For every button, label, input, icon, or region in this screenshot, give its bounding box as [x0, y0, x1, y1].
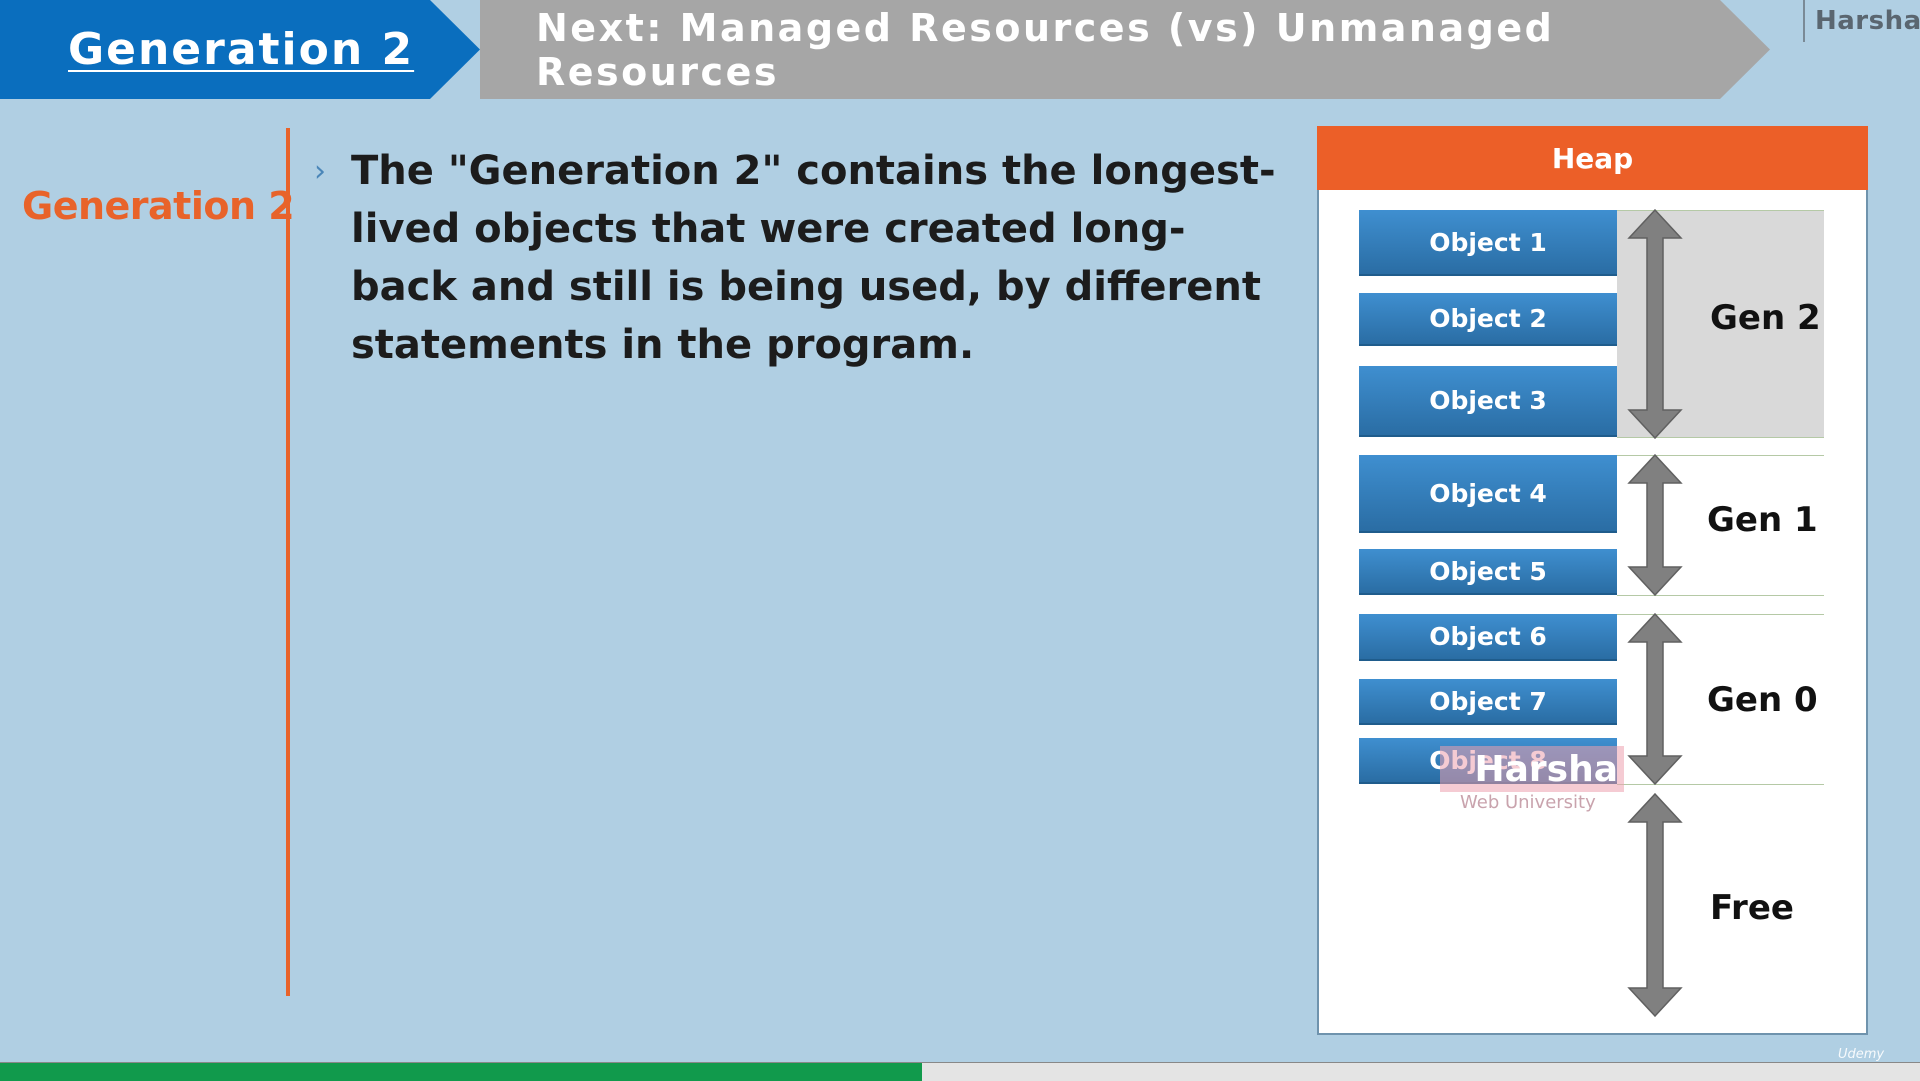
next-topic-banner: Next: Managed Resources (vs) Unmanaged R…	[480, 0, 1770, 99]
heap-object-6: Object 6	[1359, 614, 1617, 661]
bullet-chevron-icon: ›	[314, 154, 326, 189]
heap-title: Heap	[1317, 126, 1868, 190]
gen2-double-arrow-icon	[1627, 208, 1683, 440]
heap-object-7: Object 7	[1359, 679, 1617, 725]
heap-object-4: Object 4	[1359, 455, 1617, 533]
slide-title-banner: Generation 2	[0, 0, 480, 99]
watermark-subtitle: Web University	[1460, 792, 1596, 813]
slide-title: Generation 2	[68, 24, 415, 75]
heap-object-2: Object 2	[1359, 293, 1617, 346]
brand-divider	[1803, 0, 1805, 42]
watermark-logo: Harsha	[1440, 746, 1624, 792]
gen1-double-arrow-icon	[1627, 453, 1683, 597]
section-label: Generation 2	[22, 184, 295, 228]
free-double-arrow-icon	[1627, 792, 1683, 1018]
next-topic-text: Next: Managed Resources (vs) Unmanaged R…	[536, 5, 1555, 94]
free-label: Free	[1710, 888, 1794, 928]
heap-object-5: Object 5	[1359, 549, 1617, 595]
section-divider	[286, 128, 290, 996]
gen0-double-arrow-icon	[1627, 612, 1683, 786]
gen2-label: Gen 2	[1710, 298, 1821, 338]
udemy-logo: Udemy	[1838, 1047, 1885, 1062]
heap-object-3: Object 3	[1359, 366, 1617, 437]
video-progress-bar[interactable]	[0, 1062, 1920, 1081]
video-progress-fill	[0, 1063, 922, 1081]
gen1-label: Gen 1	[1707, 500, 1818, 540]
gen0-label: Gen 0	[1707, 680, 1818, 720]
heap-object-1: Object 1	[1359, 210, 1617, 276]
brand-name: Harsha	[1815, 6, 1920, 36]
bullet-text: The "Generation 2" contains the longest-…	[351, 148, 1276, 368]
